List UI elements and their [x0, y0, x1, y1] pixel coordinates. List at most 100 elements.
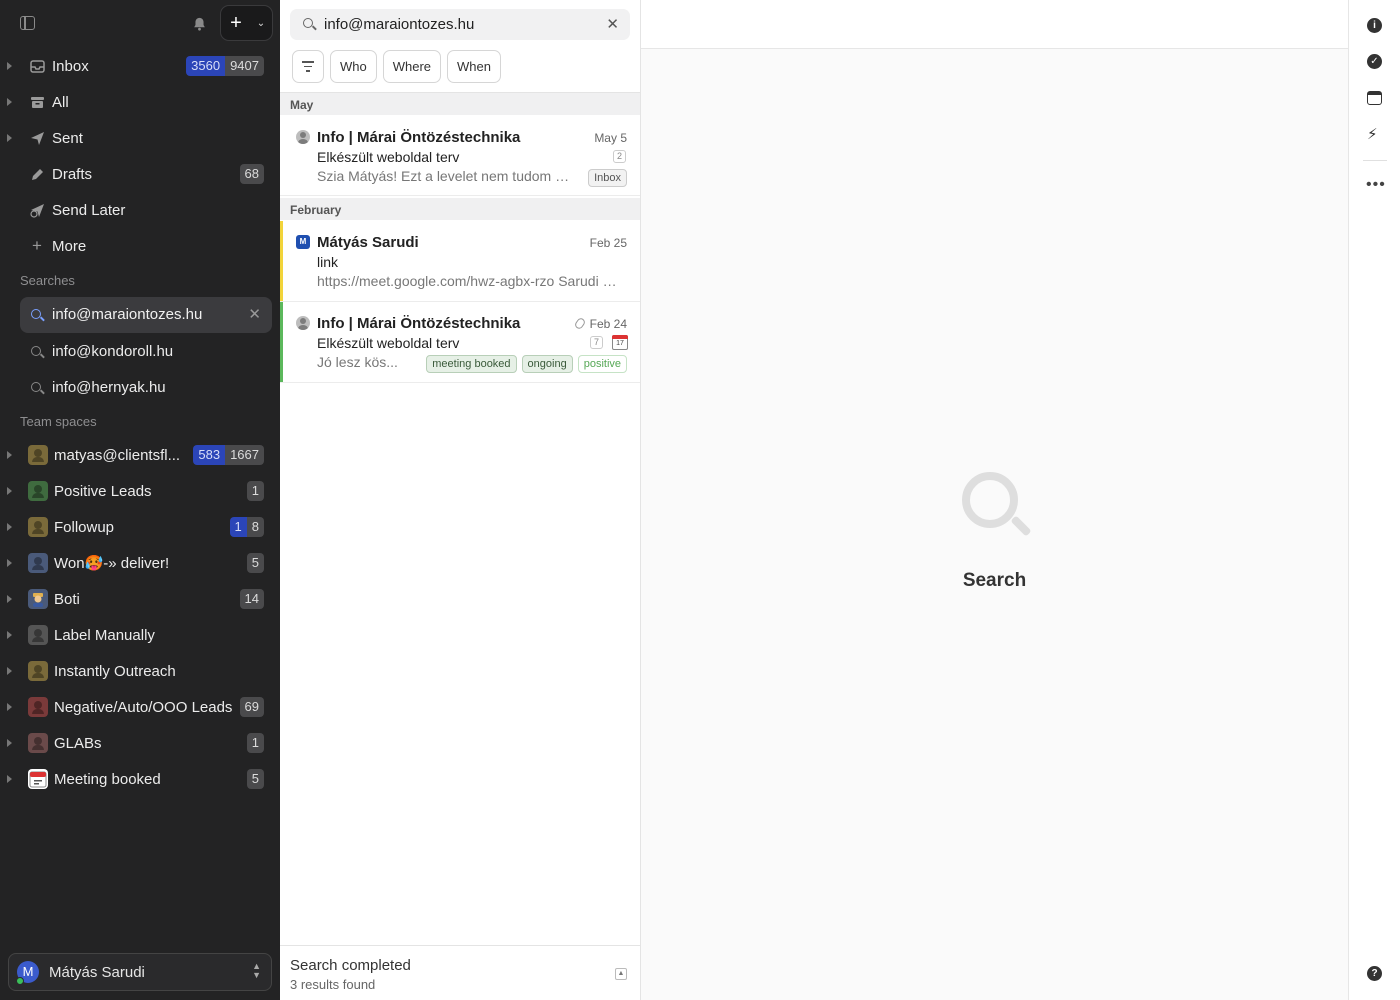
team-space-item[interactable]: Boti 14: [0, 581, 280, 617]
expand-caret-icon[interactable]: [7, 775, 12, 783]
label-tag[interactable]: meeting booked: [426, 355, 517, 373]
total-badge: 1: [246, 481, 264, 501]
label-tag[interactable]: Inbox: [588, 169, 627, 187]
expand-caret-icon[interactable]: [7, 98, 12, 106]
team-space-label: Positive Leads: [54, 482, 152, 500]
saved-search-label: info@hernyak.hu: [52, 378, 166, 396]
team-space-item[interactable]: GLABs 1: [0, 725, 280, 761]
sidebar-item-label: Sent: [52, 129, 83, 147]
search-status-bar: Search completed 3 results found ▲: [280, 945, 640, 1000]
search-icon: [303, 18, 313, 28]
message-sender: Info | Márai Öntözéstechnika: [317, 315, 521, 332]
more-options-icon[interactable]: •••: [1366, 176, 1386, 194]
user-name: Mátyás Sarudi: [49, 964, 145, 981]
team-icon: [28, 517, 48, 537]
team-space-item[interactable]: Positive Leads 1: [0, 473, 280, 509]
count-badges: 1: [246, 481, 264, 501]
account-switcher[interactable]: M Mátyás Sarudi ▲ ▼: [8, 953, 272, 991]
checkmark-icon[interactable]: ✓: [1367, 54, 1382, 69]
expand-caret-icon[interactable]: [7, 451, 12, 459]
saved-search-active[interactable]: info@maraiontozes.hu ✕: [20, 297, 272, 333]
close-icon[interactable]: ✕: [248, 305, 261, 323]
message-date: Feb 25: [589, 236, 627, 250]
label-tag[interactable]: ongoing: [521, 355, 573, 373]
attachment-icon: [573, 316, 587, 331]
total-badge: 8: [246, 517, 264, 537]
team-space-item[interactable]: Label Manually: [0, 617, 280, 653]
message-date: May 5: [594, 131, 627, 145]
sidebar: + ⌄ Inbox 3560 9407 All Sent Drafts 68 S…: [0, 0, 280, 1000]
team-space-item[interactable]: matyas@clientsfl... 583 1667: [0, 437, 280, 473]
team-space-label: Boti: [54, 590, 80, 608]
search-status-detail: 3 results found: [290, 977, 376, 992]
filter-where-button[interactable]: Where: [382, 50, 442, 83]
clock-send-icon: [29, 202, 45, 218]
compose-button[interactable]: + ⌄: [220, 5, 273, 41]
label-tag[interactable]: positive: [577, 355, 627, 373]
help-icon[interactable]: ?: [1367, 966, 1382, 981]
search-icon: [31, 346, 41, 356]
team-space-item[interactable]: Instantly Outreach: [0, 653, 280, 689]
team-space-item[interactable]: Followup 1 8: [0, 509, 280, 545]
expand-caret-icon[interactable]: [7, 559, 12, 567]
reading-pane-header: [641, 0, 1348, 49]
saved-search-item[interactable]: info@hernyak.hu: [0, 369, 280, 405]
expand-caret-icon[interactable]: [7, 523, 12, 531]
expand-caret-icon[interactable]: [7, 703, 12, 711]
sidebar-item-all[interactable]: All: [0, 84, 280, 120]
sidebar-item-more[interactable]: + More: [0, 228, 280, 264]
sidebar-item-sent[interactable]: Sent: [0, 120, 280, 156]
team-space-item[interactable]: Meeting booked 5: [0, 761, 280, 797]
team-space-item[interactable]: Won🥵-» deliver! 5: [0, 545, 280, 581]
accent-bar: [280, 221, 283, 301]
message-subject: Elkészült weboldal terv: [317, 149, 460, 165]
search-query[interactable]: info@maraiontozes.hu: [324, 16, 474, 33]
thread-count: 2: [612, 150, 626, 163]
sidebar-item-label: All: [52, 93, 69, 111]
team-space-label: Label Manually: [54, 626, 155, 644]
sidebar-item-label: More: [52, 237, 87, 255]
sidebar-header: + ⌄: [0, 0, 280, 48]
avatar: M: [296, 235, 310, 249]
chevron-down-icon[interactable]: ⌄: [251, 18, 271, 29]
list-item[interactable]: Info | Márai Öntözéstechnika May 5 Elkés…: [280, 116, 640, 196]
sidebar-item-send-later[interactable]: Send Later: [0, 192, 280, 228]
filter-who-button[interactable]: Who: [330, 50, 377, 83]
sidebar-item-inbox[interactable]: Inbox 3560 9407: [0, 48, 280, 84]
expand-caret-icon[interactable]: [7, 739, 12, 747]
search-input[interactable]: info@maraiontozes.hu ✕: [290, 9, 630, 40]
sidebar-item-drafts[interactable]: Drafts 68: [0, 156, 280, 192]
team-icon: [28, 661, 48, 681]
saved-search-item[interactable]: info@kondoroll.hu: [0, 333, 280, 369]
right-rail: i ✓ ⚡ ••• ?: [1348, 0, 1400, 1000]
filter-when-button[interactable]: When: [447, 50, 501, 83]
message-preview: Jó lesz kös...: [317, 354, 398, 370]
list-item[interactable]: M Mátyás Sarudi Feb 25 link https://meet…: [280, 221, 640, 302]
team-space-item[interactable]: Negative/Auto/OOO Leads 69: [0, 689, 280, 725]
detective-avatar-icon: [28, 589, 48, 609]
expand-caret-icon[interactable]: [7, 62, 12, 70]
expand-caret-icon[interactable]: [7, 631, 12, 639]
message-tags: Inbox: [588, 169, 627, 187]
filter-icon[interactable]: [292, 50, 324, 83]
info-icon[interactable]: i: [1367, 18, 1382, 33]
saved-search-label: info@maraiontozes.hu: [52, 306, 203, 323]
lightning-icon[interactable]: ⚡: [1367, 125, 1378, 143]
team-space-label: Followup: [54, 518, 115, 536]
browser-window-icon[interactable]: [1367, 91, 1382, 105]
expand-icon[interactable]: ▲: [615, 968, 627, 980]
list-item[interactable]: Info | Márai Öntözéstechnika Feb 24 Elké…: [280, 302, 640, 383]
expand-caret-icon[interactable]: [7, 595, 12, 603]
expand-caret-icon[interactable]: [7, 487, 12, 495]
filter-bar: Who Where When: [292, 50, 501, 83]
clear-search-icon[interactable]: ✕: [606, 15, 619, 33]
divider: [1363, 160, 1387, 161]
team-space-label: Instantly Outreach: [54, 662, 176, 680]
sidebar-toggle-icon[interactable]: [20, 16, 35, 30]
team-icon: [28, 697, 48, 717]
thread-count: 7: [589, 336, 603, 349]
plus-icon[interactable]: +: [221, 6, 251, 40]
bell-icon[interactable]: [192, 16, 207, 32]
expand-caret-icon[interactable]: [7, 134, 12, 142]
expand-caret-icon[interactable]: [7, 667, 12, 675]
